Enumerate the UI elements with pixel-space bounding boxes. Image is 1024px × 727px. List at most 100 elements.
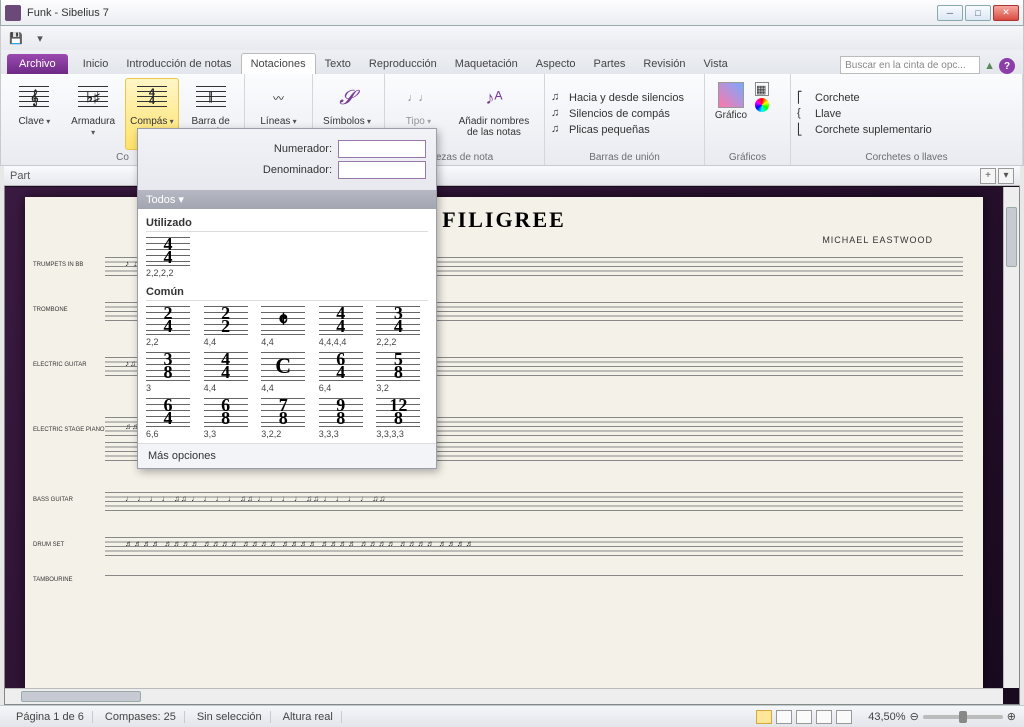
staff-line[interactable] bbox=[105, 575, 963, 579]
beam-silencios-button[interactable]: ♫Hacia y desde silencios bbox=[551, 91, 684, 105]
graphic-sub2[interactable] bbox=[755, 98, 769, 112]
timesig-option[interactable]: 683,3 bbox=[204, 397, 256, 439]
status-selection: Sin selección bbox=[189, 711, 271, 723]
app-icon bbox=[5, 5, 21, 21]
tab-texto[interactable]: Texto bbox=[316, 54, 360, 74]
subbracket-icon: ⎣ bbox=[797, 123, 811, 137]
corchete-sup-button[interactable]: ⎣Corchete suplementario bbox=[797, 123, 932, 137]
timesig-option[interactable]: 983,3,3 bbox=[319, 397, 371, 439]
timesig-option[interactable]: 583,2 bbox=[376, 351, 428, 393]
timesig-option[interactable]: 383 bbox=[146, 351, 198, 393]
rest-icon: ♫ bbox=[551, 107, 565, 121]
timesig-option[interactable]: 242,2 bbox=[146, 305, 198, 347]
maximize-button[interactable]: □ bbox=[965, 5, 991, 21]
timesig-option[interactable]: 𝄵4,4 bbox=[261, 305, 313, 347]
save-icon[interactable]: 💾 bbox=[7, 29, 25, 47]
zoom-value[interactable]: 43,50% bbox=[868, 711, 905, 723]
help-icon[interactable]: ? bbox=[999, 58, 1015, 74]
timesig-option[interactable]: 444,4 bbox=[204, 351, 256, 393]
status-bar: Página 1 de 6 Compases: 25 Sin selección… bbox=[0, 705, 1024, 727]
timesig-option[interactable]: 783,2,2 bbox=[261, 397, 313, 439]
tab-inicio[interactable]: Inicio bbox=[74, 54, 118, 74]
timesig-option[interactable]: 1283,3,3,3 bbox=[376, 397, 428, 439]
tab-notaciones[interactable]: Notaciones bbox=[241, 53, 316, 74]
timesig-option[interactable]: C4,4 bbox=[261, 351, 313, 393]
status-page[interactable]: Página 1 de 6 bbox=[8, 711, 93, 723]
status-altura[interactable]: Altura real bbox=[275, 711, 342, 723]
instrument-label: Drum Set bbox=[33, 542, 64, 548]
pict-icon: ▦ bbox=[755, 82, 769, 96]
add-notenames-icon: ♪ᴬ bbox=[478, 82, 510, 114]
collapse-ribbon-icon[interactable]: ▲ bbox=[984, 60, 995, 72]
view-mode-4[interactable] bbox=[816, 710, 832, 724]
beam-rest-button[interactable]: ♫Silencios de compás bbox=[551, 107, 684, 121]
tab-partes[interactable]: Partes bbox=[585, 54, 635, 74]
group-label-7: Corchetes o llaves bbox=[797, 150, 1016, 163]
tab-aspecto[interactable]: Aspecto bbox=[527, 54, 585, 74]
instrument-label: Bass Guitar bbox=[33, 497, 73, 503]
section-utilizado: Utilizado bbox=[146, 217, 428, 232]
lines-icon: 〰 bbox=[263, 82, 295, 114]
parts-menu-button[interactable]: ▾ bbox=[998, 168, 1014, 184]
instrument-label: Electric Stage Piano bbox=[33, 427, 105, 433]
instrument-label: Electric Guitar bbox=[33, 362, 87, 368]
zoom-out-button[interactable]: ⊖ bbox=[910, 710, 919, 723]
clave-button[interactable]: 𝄞Clave bbox=[7, 78, 62, 150]
denominador-input[interactable] bbox=[338, 161, 426, 179]
quick-access-toolbar: 💾 ▾ bbox=[0, 26, 1024, 50]
anadir-nombres-button[interactable]: ♪ᴬAñadir nombres de las notas bbox=[450, 78, 538, 150]
instrument-label: Trumpets in Bb bbox=[33, 262, 83, 268]
add-part-button[interactable]: + bbox=[980, 168, 996, 184]
notehead-icon: ♩♩ bbox=[402, 82, 434, 114]
ribbon-tabs: Archivo Inicio Introducción de notas Not… bbox=[0, 50, 1024, 74]
timesig-option[interactable]: 224,4 bbox=[204, 305, 256, 347]
minimize-button[interactable]: ─ bbox=[937, 5, 963, 21]
tab-introduccion[interactable]: Introducción de notas bbox=[117, 54, 240, 74]
zoom-slider[interactable] bbox=[923, 715, 1003, 719]
view-mode-1[interactable] bbox=[756, 710, 772, 724]
group-label-6: Gráficos bbox=[711, 150, 784, 163]
file-tab[interactable]: Archivo bbox=[7, 54, 68, 74]
section-comun: Común bbox=[146, 286, 428, 301]
mas-opciones-button[interactable]: Más opciones bbox=[138, 443, 436, 468]
timesig-option[interactable]: 646,6 bbox=[146, 397, 198, 439]
qat-dropdown-icon[interactable]: ▾ bbox=[31, 29, 49, 47]
window-titlebar: Funk - Sibelius 7 ─ □ ✕ bbox=[0, 0, 1024, 26]
symbols-icon: 𝓢 bbox=[331, 82, 363, 114]
beam-icon: ♫ bbox=[551, 91, 565, 105]
bracket-icon: ⎡ bbox=[797, 91, 811, 105]
numerador-input[interactable] bbox=[338, 140, 426, 158]
close-button[interactable]: ✕ bbox=[993, 5, 1019, 21]
llave-button[interactable]: {Llave bbox=[797, 107, 932, 121]
timesig-option[interactable]: 646,4 bbox=[319, 351, 371, 393]
part-tab[interactable]: Part bbox=[10, 170, 30, 182]
timesig-option[interactable]: 444,4,4,4 bbox=[319, 305, 371, 347]
graphic-icon bbox=[718, 82, 744, 108]
compas-dropdown: Numerador: Denominador: Todos ▾ Utilizad… bbox=[137, 128, 437, 469]
horizontal-scrollbar[interactable] bbox=[5, 688, 1003, 704]
filter-todos[interactable]: Todos ▾ bbox=[138, 190, 436, 209]
brace-icon: { bbox=[797, 107, 811, 121]
view-mode-3[interactable] bbox=[796, 710, 812, 724]
instrument-label: Trombone bbox=[33, 307, 68, 313]
window-title: Funk - Sibelius 7 bbox=[27, 7, 937, 19]
timesig-option[interactable]: 442,2,2,2 bbox=[146, 236, 198, 278]
tab-reproduccion[interactable]: Reproducción bbox=[360, 54, 446, 74]
timesig-option[interactable]: 342,2,2 bbox=[376, 305, 428, 347]
instrument-label: Tambourine bbox=[33, 577, 73, 583]
tab-revision[interactable]: Revisión bbox=[634, 54, 694, 74]
view-mode-2[interactable] bbox=[776, 710, 792, 724]
tab-vista[interactable]: Vista bbox=[695, 54, 737, 74]
corchete-button[interactable]: ⎡Corchete bbox=[797, 91, 932, 105]
vertical-scrollbar[interactable] bbox=[1003, 187, 1019, 688]
stem-icon: ♫ bbox=[551, 123, 565, 137]
plicas-button[interactable]: ♫Plicas pequeñas bbox=[551, 123, 684, 137]
view-mode-5[interactable] bbox=[836, 710, 852, 724]
status-compases[interactable]: Compases: 25 bbox=[97, 711, 185, 723]
ribbon-search-input[interactable]: Buscar en la cinta de opc... bbox=[840, 56, 980, 74]
graphic-sub1[interactable]: ▦ bbox=[755, 82, 769, 96]
tab-maquetacion[interactable]: Maquetación bbox=[446, 54, 527, 74]
armadura-button[interactable]: ♭♯Armadura bbox=[66, 78, 121, 150]
grafico-button[interactable]: Gráfico bbox=[711, 78, 751, 150]
zoom-in-button[interactable]: ⊕ bbox=[1007, 710, 1016, 723]
